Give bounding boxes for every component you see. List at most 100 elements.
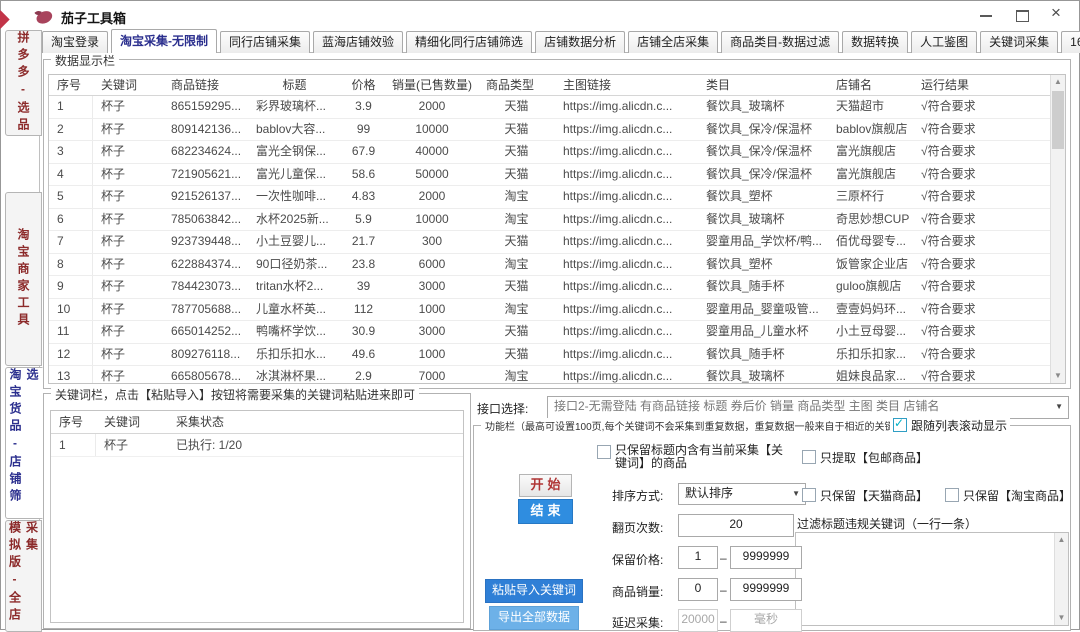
cell-price: 3.9 <box>341 96 386 118</box>
cell-title: 鸭嘴杯学饮... <box>248 321 341 343</box>
top-tab[interactable]: 店铺全店采集 <box>628 31 718 53</box>
scroll-up-icon[interactable]: ▲ <box>1055 533 1068 547</box>
delay-unit-input[interactable]: 毫秒 <box>730 609 802 632</box>
keep-tmall-checkbox[interactable] <box>802 488 816 502</box>
top-tab[interactable]: 店铺数据分析 <box>535 31 625 53</box>
column-header[interactable]: 采集状态 <box>168 411 463 433</box>
keep-title-checkbox[interactable] <box>597 445 611 459</box>
maximize-button[interactable] <box>1015 8 1029 22</box>
top-tab[interactable]: 数据转换 <box>842 31 908 53</box>
sidebar-tab[interactable]: 淘宝商家工具 <box>5 192 42 366</box>
textarea-scrollbar[interactable]: ▲ ▼ <box>1054 533 1068 625</box>
export-all-data-button[interactable]: 导出全部数据 <box>489 606 579 630</box>
interface-select[interactable]: 接口2-无需登陆 有商品链接 标题 券后价 销量 商品类型 主图 类目 店铺名 … <box>547 396 1069 419</box>
top-tab[interactable]: 精细化同行店铺筛选 <box>406 31 532 53</box>
cell-shop: guloo旗舰店 <box>828 276 913 298</box>
cell-seq: 5 <box>49 186 93 208</box>
keyword-row[interactable]: 1 杯子 已执行: 1/20 <box>51 434 463 457</box>
top-tab[interactable]: 1688数据反洗 <box>1061 31 1080 53</box>
table-row[interactable]: 10 杯子 787705688... 儿童水杯英... 112 1000 淘宝 … <box>49 299 1051 322</box>
cell-image-link: https://img.alicdn.c... <box>555 366 698 384</box>
cell-seq: 4 <box>49 164 93 186</box>
cell-keyword: 杯子 <box>93 344 163 366</box>
sidebar-tab[interactable]: 淘宝货品-店铺筛选 <box>5 367 43 519</box>
cell-category: 餐饮具_玻璃杯 <box>698 96 828 118</box>
table-row[interactable]: 1 杯子 865159295... 彩界玻璃杯... 3.9 2000 天猫 h… <box>49 96 1051 119</box>
filter-keywords-textarea[interactable]: ▲ ▼ <box>795 532 1069 626</box>
cell-image-link: https://img.alicdn.c... <box>555 344 698 366</box>
column-header[interactable]: 商品类型 <box>478 75 555 95</box>
sidebar-tab[interactable]: 拼多多-选品 <box>5 30 42 136</box>
keep-taobao-checkbox-row[interactable]: 只保留【淘宝商品】 <box>945 487 1070 504</box>
minimize-button[interactable] <box>979 8 993 22</box>
scroll-down-icon[interactable]: ▼ <box>1055 611 1068 625</box>
sort-select[interactable]: 默认排序 ▼ <box>678 483 806 505</box>
cell-shop: 三原杯行 <box>828 186 913 208</box>
cell-type: 淘宝 <box>478 299 555 321</box>
table-row[interactable]: 8 杯子 622884374... 90口径奶茶... 23.8 6000 淘宝… <box>49 254 1051 277</box>
top-tab[interactable]: 人工鉴图 <box>911 31 977 53</box>
column-header[interactable]: 序号 <box>49 75 93 95</box>
keep-title-checkbox-row[interactable]: 只保留标题内含有当前采集【关键词】的商品 <box>597 444 793 470</box>
cell-title: tritan水杯2... <box>248 276 341 298</box>
top-tab[interactable]: 同行店铺采集 <box>220 31 310 53</box>
table-row[interactable]: 6 杯子 785063842... 水杯2025新... 5.9 10000 淘… <box>49 209 1051 232</box>
pages-input[interactable]: 20 <box>678 514 794 537</box>
top-tab[interactable]: 关键词采集 <box>980 31 1058 53</box>
table-row[interactable]: 4 杯子 721905621... 富光儿童保... 58.6 50000 天猫… <box>49 164 1051 187</box>
table-row[interactable]: 12 杯子 809276118... 乐扣乐扣水... 49.6 1000 天猫… <box>49 344 1051 367</box>
cell-price: 58.6 <box>341 164 386 186</box>
cell-category: 餐饮具_塑杯 <box>698 186 828 208</box>
top-tab[interactable]: 淘宝登录 <box>42 31 108 53</box>
top-tab[interactable]: 蓝海店铺效验 <box>313 31 403 53</box>
scroll-up-icon[interactable]: ▲ <box>1051 75 1065 89</box>
column-header[interactable]: 店铺名 <box>828 75 913 95</box>
keep-tmall-checkbox-row[interactable]: 只保留【天猫商品】 <box>802 487 928 504</box>
table-row[interactable]: 13 杯子 665805678... 冰淇淋杯果... 2.9 7000 淘宝 … <box>49 366 1051 384</box>
close-button[interactable]: × <box>1051 8 1065 22</box>
free-shipping-checkbox[interactable] <box>802 450 816 464</box>
keep-taobao-checkbox[interactable] <box>945 488 959 502</box>
top-tab[interactable]: 淘宝采集-无限制 <box>111 29 217 53</box>
column-header[interactable]: 关键词 <box>96 411 168 433</box>
scrollbar-thumb[interactable] <box>1052 91 1064 149</box>
sales-min-input[interactable]: 0 <box>678 578 718 601</box>
column-header[interactable]: 销量(已售数量) <box>386 75 478 95</box>
column-header[interactable]: 商品链接 <box>163 75 248 95</box>
column-header[interactable]: 标题 <box>248 75 341 95</box>
cell-shop: 奇思妙想CUP <box>828 209 913 231</box>
sidebar-tab[interactable]: 模拟版-全店采集 <box>5 520 42 632</box>
cell-category: 餐饮具_塑杯 <box>698 254 828 276</box>
price-min-input[interactable]: 1 <box>678 546 718 569</box>
scroll-down-icon[interactable]: ▼ <box>1051 369 1065 383</box>
top-tab[interactable]: 商品类目-数据过滤 <box>721 31 839 53</box>
price-max-input[interactable]: 9999999 <box>730 546 802 569</box>
follow-scroll-checkbox-row[interactable]: ✓ 跟随列表滚动显示 <box>890 417 1010 434</box>
table-row[interactable]: 3 杯子 682234624... 富光全钢保... 67.9 40000 天猫… <box>49 141 1051 164</box>
column-header[interactable]: 价格 <box>341 75 386 95</box>
cell-title: 富光儿童保... <box>248 164 341 186</box>
start-button[interactable]: 开始 <box>519 474 572 497</box>
column-header[interactable]: 类目 <box>698 75 828 95</box>
table-row[interactable]: 11 杯子 665014252... 鸭嘴杯学饮... 30.9 3000 天猫… <box>49 321 1051 344</box>
table-row[interactable]: 2 杯子 809142136... bablov大容... 99 10000 天… <box>49 119 1051 142</box>
delay-input[interactable]: 20000 <box>678 609 718 632</box>
cell-seq: 13 <box>49 366 93 384</box>
follow-scroll-checkbox[interactable]: ✓ <box>893 418 907 432</box>
cell-result: √符合要求 <box>913 276 1051 298</box>
cell-result: √符合要求 <box>913 96 1051 118</box>
stop-button[interactable]: 结束 <box>518 499 573 524</box>
column-header[interactable]: 序号 <box>51 411 96 433</box>
table-row[interactable]: 7 杯子 923739448... 小土豆婴儿... 21.7 300 天猫 h… <box>49 231 1051 254</box>
paste-import-keywords-button[interactable]: 粘贴导入关键词 <box>485 579 583 603</box>
table-row[interactable]: 9 杯子 784423073... tritan水杯2... 39 3000 天… <box>49 276 1051 299</box>
column-header[interactable]: 运行结果 <box>913 75 1051 95</box>
data-table-scrollbar[interactable]: ▲ ▼ <box>1050 75 1065 383</box>
cell-price: 21.7 <box>341 231 386 253</box>
column-header[interactable]: 关键词 <box>93 75 163 95</box>
column-header[interactable]: 主图链接 <box>555 75 698 95</box>
table-row[interactable]: 5 杯子 921526137... 一次性咖啡... 4.83 2000 淘宝 … <box>49 186 1051 209</box>
sales-max-input[interactable]: 9999999 <box>730 578 802 601</box>
free-shipping-checkbox-row[interactable]: 只提取【包邮商品】 <box>802 449 928 466</box>
cell-category: 餐饮具_保冷/保温杯 <box>698 141 828 163</box>
